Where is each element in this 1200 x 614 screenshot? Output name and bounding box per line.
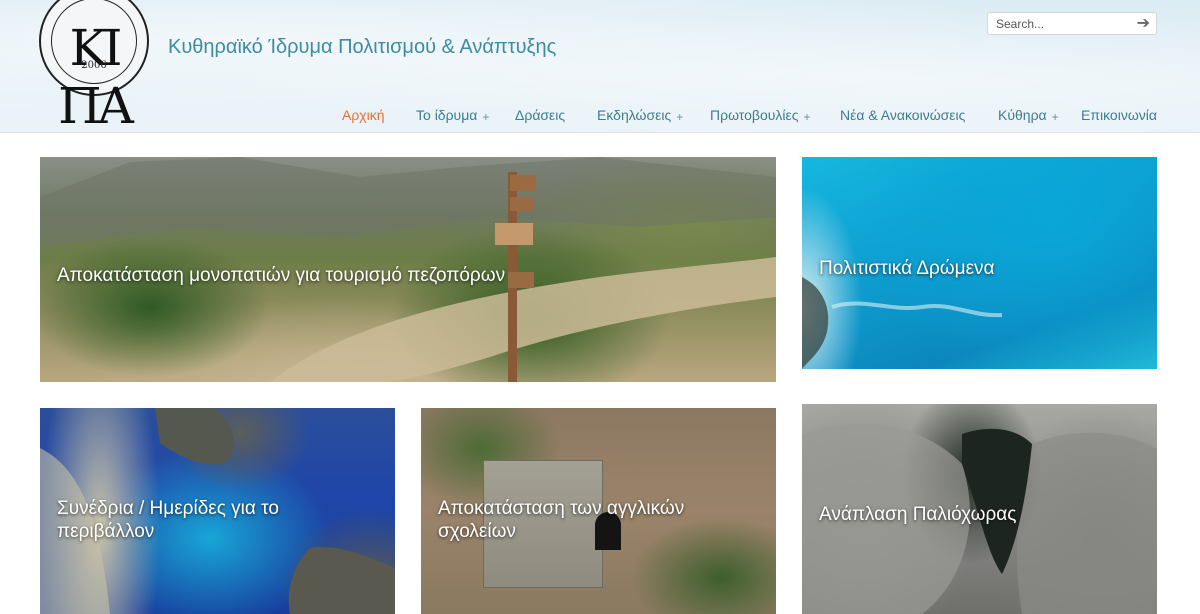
- arrow-right-icon[interactable]: ➔: [1137, 14, 1150, 33]
- nav-item-initiatives[interactable]: Πρωτοβουλίες +: [710, 106, 811, 125]
- card-title[interactable]: Συνέδρια / Ημερίδες για το περιβάλλον: [57, 497, 357, 543]
- card-title[interactable]: Αποκατάσταση των αγγλικών σχολείων: [438, 497, 738, 543]
- nav-item-kythera[interactable]: Κύθηρα +: [998, 106, 1059, 125]
- card-conferences[interactable]: Συνέδρια / Ημερίδες για το περιβάλλον: [40, 408, 395, 614]
- nav-item-label: Κύθηρα: [998, 107, 1047, 123]
- nav-item-label: Αρχική: [342, 107, 385, 123]
- card-trail-restoration[interactable]: Αποκατάσταση μονοπατιών για τουρισμό πεζ…: [40, 157, 776, 382]
- card-paliochora-renovation[interactable]: Ανάπλαση Παλιόχωρας: [802, 404, 1157, 614]
- plus-icon[interactable]: +: [482, 110, 489, 124]
- foundation-logo[interactable]: ΚΙ ΠΑ 2006: [39, 0, 149, 135]
- plus-icon[interactable]: +: [1052, 110, 1059, 124]
- plus-icon[interactable]: +: [804, 110, 811, 124]
- search-input[interactable]: [996, 15, 1126, 32]
- nav-item-label: Δράσεις: [515, 107, 566, 123]
- card-cultural-events[interactable]: Πολιτιστικά Δρώμενα: [802, 157, 1157, 369]
- card-title[interactable]: Ανάπλαση Παλιόχωρας: [819, 503, 1016, 526]
- site-title[interactable]: Κυθηραϊκό Ίδρυμα Πολιτισμού & Ανάπτυξης: [168, 36, 556, 59]
- plus-icon[interactable]: +: [676, 110, 683, 124]
- search-box[interactable]: ➔: [987, 12, 1157, 35]
- nav-item-events[interactable]: Εκδηλώσεις +: [597, 106, 683, 125]
- nav-item-label: Επικοινωνία: [1081, 107, 1157, 123]
- logo-year: 2006: [81, 60, 107, 71]
- site-header: ΚΙ ΠΑ 2006 Κυθηραϊκό Ίδρυμα Πολιτισμού &…: [0, 0, 1200, 135]
- card-title[interactable]: Πολιτιστικά Δρώμενα: [819, 257, 995, 280]
- nav-item-label: Νέα & Ανακοινώσεις: [840, 107, 966, 123]
- nav-item-foundation[interactable]: Το ίδρυμα +: [416, 106, 489, 125]
- nav-item-home[interactable]: Αρχική: [342, 106, 385, 124]
- logo-letters: ΚΙ ΠΑ: [58, 19, 134, 135]
- card-title[interactable]: Αποκατάσταση μονοπατιών για τουρισμό πεζ…: [57, 264, 505, 287]
- logo-inner-ring: ΚΙ ΠΑ 2006: [51, 0, 137, 135]
- nav-item-label: Το ίδρυμα: [416, 107, 478, 123]
- nav-item-news[interactable]: Νέα & Ανακοινώσεις: [840, 106, 965, 124]
- nav-item-actions[interactable]: Δράσεις: [515, 106, 565, 124]
- nav-item-label: Πρωτοβουλίες: [710, 107, 799, 123]
- card-english-schools[interactable]: Αποκατάσταση των αγγλικών σχολείων: [421, 408, 776, 614]
- nav-item-contact[interactable]: Επικοινωνία: [1081, 106, 1157, 124]
- nav-item-label: Εκδηλώσεις: [597, 107, 672, 123]
